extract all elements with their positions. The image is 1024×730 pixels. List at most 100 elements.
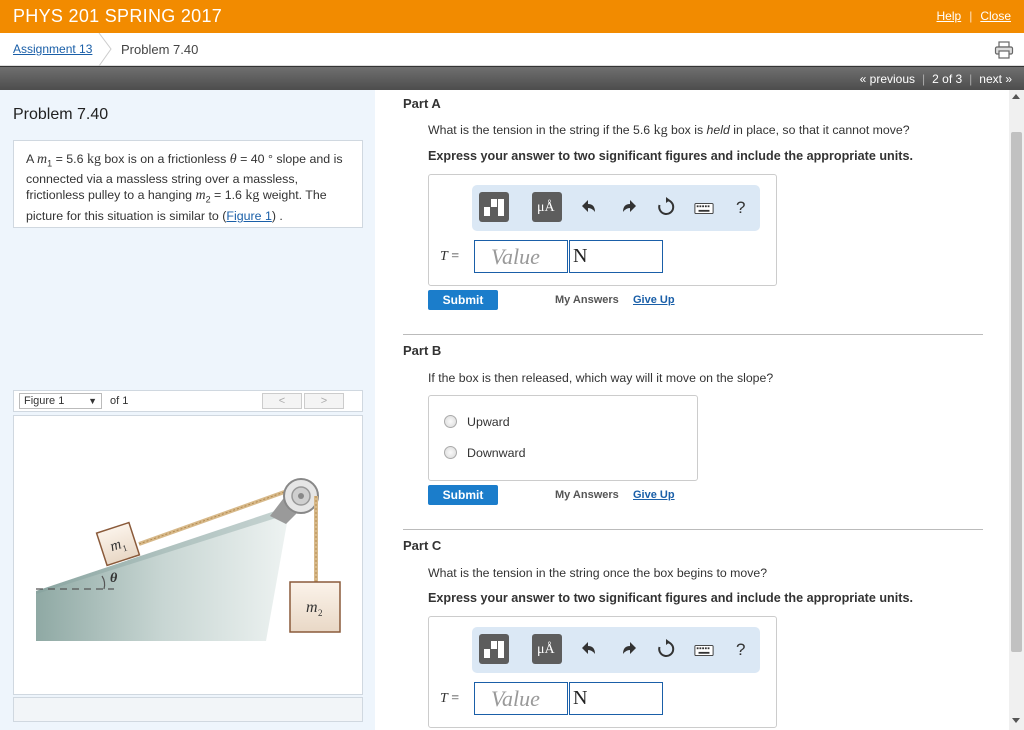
keyboard-icon[interactable] bbox=[694, 641, 714, 661]
box-m2: m 2 bbox=[289, 581, 341, 633]
kg-unit: kg bbox=[86, 152, 101, 167]
problem-text: box is on a frictionless bbox=[100, 152, 230, 166]
answer-variable-label: T = bbox=[440, 249, 459, 265]
theta-symbol: θ bbox=[229, 152, 237, 167]
value-input[interactable]: Value bbox=[474, 682, 568, 715]
part-b-question: If the box is then released, which way w… bbox=[428, 371, 774, 385]
help-link[interactable]: Help bbox=[937, 9, 962, 23]
vertical-scrollbar[interactable] bbox=[1009, 90, 1024, 730]
course-title: PHYS 201 SPRING 2017 bbox=[13, 6, 223, 26]
reset-icon[interactable] bbox=[656, 197, 676, 217]
part-c-title: Part C bbox=[403, 538, 442, 553]
radio-downward[interactable] bbox=[444, 446, 457, 459]
problem-position: 2 of 3 bbox=[932, 72, 963, 86]
figure-prev-button[interactable]: < bbox=[262, 393, 302, 409]
header-links: Help | Close bbox=[937, 9, 1012, 23]
scroll-down-arrow-icon[interactable] bbox=[1012, 718, 1020, 723]
part-a-answer-box: μÅ ? T = Value N bbox=[428, 174, 777, 286]
problem-text: = 1.6 bbox=[210, 188, 246, 203]
answer-variable-label: T = bbox=[440, 691, 459, 707]
math-toolbar: μÅ ? bbox=[472, 627, 760, 673]
part-b-choices: Upward Downward bbox=[428, 395, 698, 481]
nav-separator: | bbox=[922, 72, 926, 86]
part-a-my-answers-link[interactable]: My Answers bbox=[555, 294, 619, 306]
question-text: box is bbox=[667, 123, 707, 137]
part-a-instruction: Express your answer to two significant f… bbox=[428, 149, 913, 163]
part-c-instruction: Express your answer to two significant f… bbox=[428, 591, 913, 605]
problem-nav-bar: « previous | 2 of 3 | next » bbox=[0, 66, 1024, 90]
close-link[interactable]: Close bbox=[980, 9, 1011, 23]
equals-sign: = bbox=[447, 691, 460, 706]
kg-unit: kg bbox=[653, 123, 668, 138]
help-icon[interactable]: ? bbox=[736, 198, 745, 218]
templates-icon bbox=[484, 641, 504, 658]
scroll-up-arrow-icon[interactable] bbox=[1012, 94, 1020, 99]
incline-ramp bbox=[36, 506, 290, 641]
top-bar: PHYS 201 SPRING 2017 Help | Close bbox=[0, 0, 1024, 33]
redo-icon[interactable] bbox=[618, 639, 638, 659]
incline-pulley-diagram: θ m 1 m 2 bbox=[36, 478, 341, 641]
nav-separator: | bbox=[969, 72, 973, 86]
problem-panel: Problem 7.40 A m1 = 5.6 kg box is on a f… bbox=[0, 90, 375, 730]
undo-icon[interactable] bbox=[580, 197, 600, 217]
problem-nav: « previous | 2 of 3 | next » bbox=[860, 72, 1012, 86]
question-text: What is the tension in the string if the… bbox=[428, 123, 654, 137]
part-divider bbox=[403, 334, 983, 335]
problem-text: = 5.6 bbox=[52, 152, 87, 166]
templates-button[interactable] bbox=[479, 192, 509, 222]
previous-link[interactable]: « previous bbox=[860, 72, 915, 86]
print-icon[interactable] bbox=[994, 41, 1014, 59]
figure-select-value: Figure 1 bbox=[24, 395, 65, 407]
unit-input[interactable]: N bbox=[569, 682, 663, 715]
radio-upward[interactable] bbox=[444, 415, 457, 428]
equals-sign: = bbox=[447, 249, 460, 264]
question-text: in place, so that it cannot move? bbox=[729, 123, 910, 137]
part-a-give-up-link[interactable]: Give Up bbox=[633, 294, 675, 306]
figure-link[interactable]: Figure 1 bbox=[226, 209, 271, 223]
part-a-question: What is the tension in the string if the… bbox=[428, 123, 910, 139]
breadcrumb-current: Problem 7.40 bbox=[121, 42, 199, 57]
part-c-answer-box: μÅ ? T = Value N bbox=[428, 616, 777, 728]
unit-input[interactable]: N bbox=[569, 240, 663, 273]
scrollbar-thumb[interactable] bbox=[1011, 132, 1022, 652]
m1-symbol: m bbox=[37, 152, 48, 167]
part-c-question: What is the tension in the string once t… bbox=[428, 566, 768, 580]
kg-unit: kg bbox=[245, 188, 260, 204]
part-a-submit-button[interactable]: Submit bbox=[428, 290, 498, 310]
figure-image: θ m 1 m 2 bbox=[13, 415, 363, 695]
option-upward-label[interactable]: Upward bbox=[467, 415, 510, 429]
part-b-give-up-link[interactable]: Give Up bbox=[633, 489, 675, 501]
pulley-axle bbox=[298, 493, 304, 499]
part-divider bbox=[403, 529, 983, 530]
breadcrumb: Assignment 13 Problem 7.40 bbox=[0, 33, 1024, 66]
breadcrumb-assignment-link[interactable]: Assignment 13 bbox=[13, 42, 92, 56]
undo-icon[interactable] bbox=[580, 639, 600, 659]
next-link[interactable]: next » bbox=[979, 72, 1012, 86]
figure-select[interactable]: Figure 1 ▼ bbox=[19, 393, 102, 409]
part-b-my-answers-link[interactable]: My Answers bbox=[555, 489, 619, 501]
m2-symbol: m bbox=[195, 188, 206, 204]
reset-icon[interactable] bbox=[656, 639, 676, 659]
figure-next-button[interactable]: > bbox=[304, 393, 344, 409]
units-icon: μÅ bbox=[537, 642, 555, 657]
part-a-title: Part A bbox=[403, 96, 441, 111]
header-separator: | bbox=[969, 9, 973, 23]
part-b-submit-button[interactable]: Submit bbox=[428, 485, 498, 505]
units-button[interactable]: μÅ bbox=[532, 192, 562, 222]
help-icon[interactable]: ? bbox=[736, 640, 745, 660]
keyboard-icon[interactable] bbox=[694, 199, 714, 219]
parts-panel: Part A What is the tension in the string… bbox=[375, 90, 1009, 730]
chevron-left-icon: < bbox=[278, 395, 286, 407]
redo-icon[interactable] bbox=[618, 197, 638, 217]
option-downward-label[interactable]: Downward bbox=[467, 446, 526, 460]
problem-text: A bbox=[26, 152, 38, 166]
math-toolbar: μÅ ? bbox=[472, 185, 760, 231]
value-input[interactable]: Value bbox=[474, 240, 568, 273]
question-emphasis: held bbox=[706, 123, 730, 137]
units-icon: μÅ bbox=[537, 200, 555, 215]
templates-button[interactable] bbox=[479, 634, 509, 664]
templates-icon bbox=[484, 199, 504, 216]
breadcrumb-chevron-icon bbox=[98, 33, 112, 66]
theta-label: θ bbox=[110, 571, 118, 586]
units-button[interactable]: μÅ bbox=[532, 634, 562, 664]
